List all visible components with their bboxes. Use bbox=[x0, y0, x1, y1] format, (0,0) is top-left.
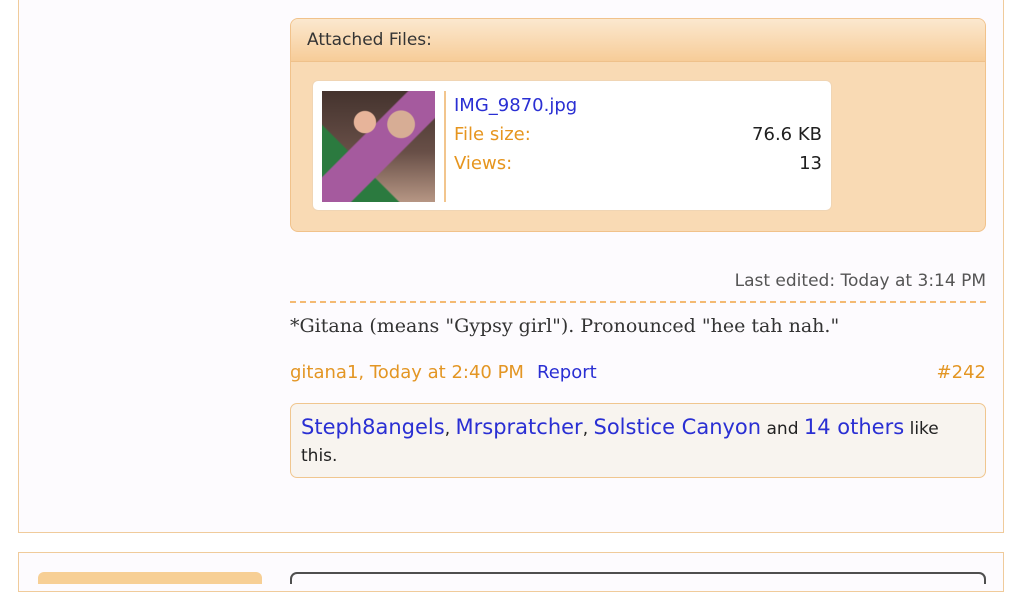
attached-files-header: Attached Files: bbox=[291, 19, 985, 62]
report-link[interactable]: Report bbox=[537, 362, 597, 383]
views-label: Views: bbox=[454, 153, 513, 174]
liker-link-solstice-canyon[interactable]: Solstice Canyon bbox=[594, 415, 762, 439]
file-size-label: File size: bbox=[454, 124, 531, 145]
likes-comma: , bbox=[444, 419, 456, 439]
next-post-message-box bbox=[290, 572, 986, 584]
attachment-file-link[interactable]: IMG_9870.jpg bbox=[454, 95, 577, 116]
post-number-link[interactable]: #242 bbox=[937, 362, 986, 383]
views-value: 13 bbox=[799, 153, 822, 174]
liker-link-steph8angels[interactable]: Steph8angels bbox=[301, 415, 445, 439]
post-divider bbox=[290, 301, 986, 303]
likes-others-link[interactable]: 14 others bbox=[804, 415, 904, 439]
photo-thumbnail-icon[interactable] bbox=[322, 91, 435, 202]
post-body-text: *Gitana (means "Gypsy girl"). Pronounced… bbox=[290, 315, 840, 337]
likes-conjunction: and bbox=[766, 419, 799, 439]
file-size-value: 76.6 KB bbox=[752, 124, 822, 145]
last-edited-text: Last edited: Today at 3:14 PM bbox=[734, 271, 986, 291]
attached-files-box: Attached Files: IMG_9870.jpg File size: … bbox=[290, 18, 986, 232]
liker-link-mrspratcher[interactable]: Mrspratcher bbox=[456, 415, 583, 439]
likes-comma: , bbox=[582, 419, 594, 439]
likes-summary-box: Steph8angels, Mrspratcher, Solstice Cany… bbox=[290, 403, 986, 478]
next-post-avatar-box bbox=[38, 572, 262, 584]
post-author-time-link[interactable]: gitana1, Today at 2:40 PM bbox=[290, 362, 524, 383]
attachment-card[interactable]: IMG_9870.jpg File size: 76.6 KB Views: 1… bbox=[312, 80, 832, 211]
thumbnail-divider bbox=[444, 91, 446, 202]
